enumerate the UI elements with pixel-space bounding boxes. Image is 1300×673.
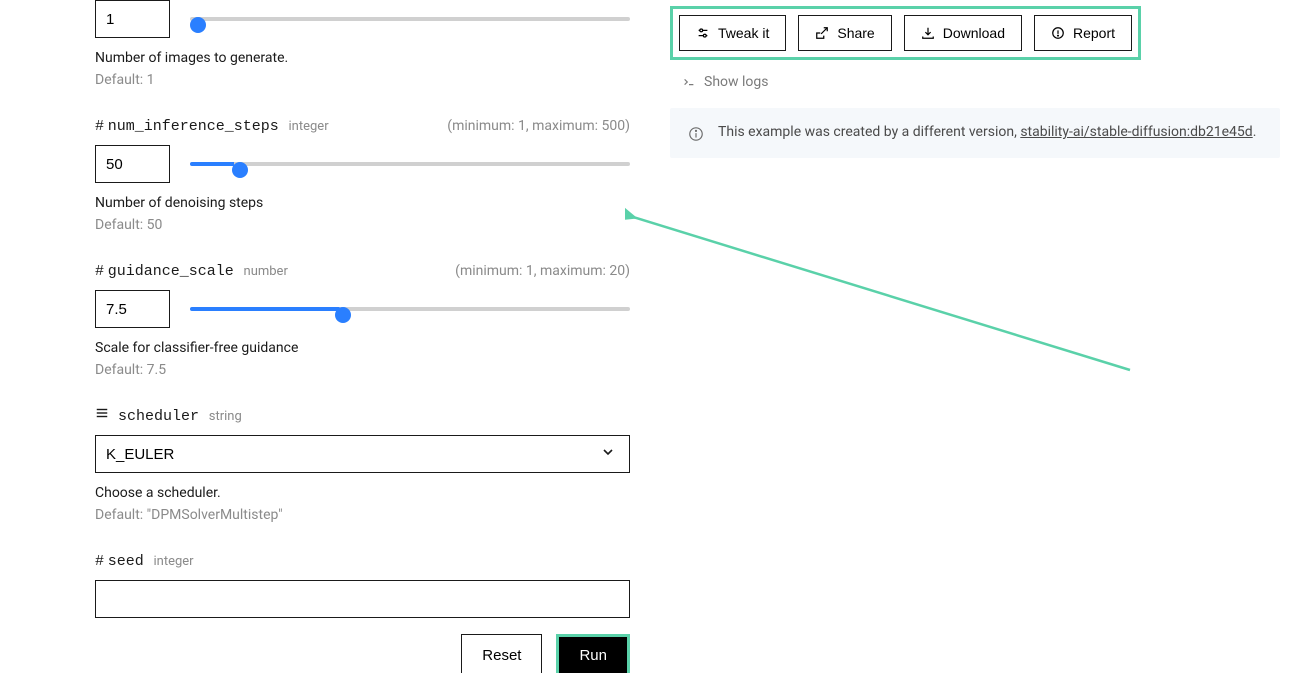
param-default: Default: 50 <box>95 217 630 233</box>
share-icon <box>815 26 829 40</box>
param-num-outputs: Number of images to generate. Default: 1 <box>95 0 630 88</box>
info-text-post: . <box>1253 124 1257 140</box>
run-button[interactable]: Run <box>556 634 630 673</box>
terminal-icon <box>682 75 696 89</box>
param-range: (minimum: 1, maximum: 20) <box>455 263 630 279</box>
param-desc: Choose a scheduler. <box>95 485 630 501</box>
report-button[interactable]: Report <box>1034 15 1132 51</box>
param-default: Default: 7.5 <box>95 362 630 378</box>
param-label: scheduler <box>118 408 199 425</box>
param-label: seed <box>108 553 144 570</box>
download-button[interactable]: Download <box>904 15 1022 51</box>
info-text: This example was created by a different … <box>718 124 1020 140</box>
param-label: guidance_scale <box>108 263 234 280</box>
param-seed: # seed integer <box>95 551 630 618</box>
num-inference-steps-slider[interactable] <box>190 162 630 166</box>
info-icon <box>688 126 704 142</box>
scheduler-select[interactable]: K_EULER <box>95 435 630 473</box>
share-button[interactable]: Share <box>798 15 891 51</box>
param-scheduler: scheduler string K_EULER Choose a schedu… <box>95 406 630 523</box>
param-guidance-scale: # guidance_scale number (minimum: 1, max… <box>95 261 630 378</box>
param-num-inference-steps: # num_inference_steps integer (minimum: … <box>95 116 630 233</box>
param-type: integer <box>154 554 194 569</box>
reset-button[interactable]: Reset <box>461 634 542 673</box>
num-outputs-desc: Number of images to generate. <box>95 50 630 66</box>
hash-icon: # <box>95 118 104 135</box>
num-outputs-input[interactable] <box>95 0 170 38</box>
seed-input[interactable] <box>95 580 630 618</box>
num-inference-steps-input[interactable] <box>95 145 170 183</box>
param-type: string <box>209 409 242 424</box>
num-outputs-default: Default: 1 <box>95 72 630 88</box>
hash-icon: # <box>95 263 104 280</box>
param-desc: Scale for classifier-free guidance <box>95 340 630 356</box>
param-type: integer <box>289 119 329 134</box>
alert-icon <box>1051 26 1065 40</box>
version-info-box: This example was created by a different … <box>670 108 1280 158</box>
param-range: (minimum: 1, maximum: 500) <box>447 118 630 134</box>
show-logs-toggle[interactable]: Show logs <box>682 74 1280 90</box>
param-label: num_inference_steps <box>108 118 279 135</box>
param-desc: Number of denoising steps <box>95 195 630 211</box>
tweak-button[interactable]: Tweak it <box>679 15 786 51</box>
action-bar: Tweak it Share Download Report <box>670 6 1141 60</box>
hash-icon: # <box>95 553 104 570</box>
download-icon <box>921 26 935 40</box>
version-link[interactable]: stability-ai/stable-diffusion:db21e45d <box>1020 124 1252 140</box>
sliders-icon <box>696 26 710 40</box>
num-outputs-slider[interactable] <box>190 17 630 21</box>
guidance-scale-input[interactable] <box>95 290 170 328</box>
param-default: Default: "DPMSolverMultistep" <box>95 507 630 523</box>
list-icon <box>95 408 118 425</box>
guidance-scale-slider[interactable] <box>190 307 630 311</box>
param-type: number <box>244 264 288 279</box>
